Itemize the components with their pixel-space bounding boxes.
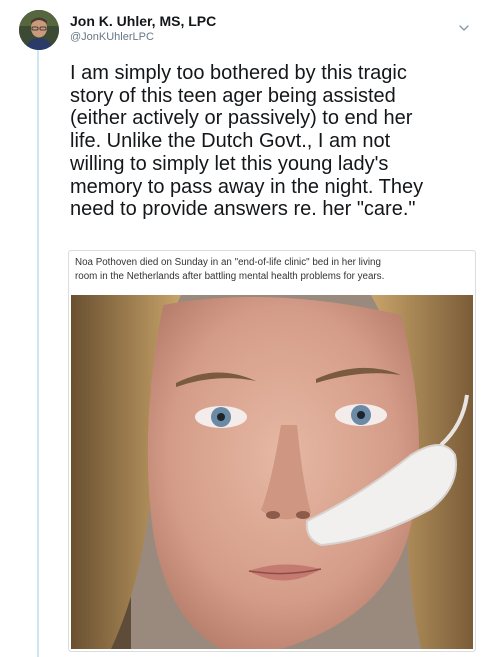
tweet-text-line: memory to pass away in the night. They (70, 175, 424, 198)
author-display-name[interactable]: Jon K. Uhler, MS, LPC (70, 13, 216, 29)
tweet-media-card[interactable]: Noa Pothoven died on Sunday in an "end-o… (68, 250, 476, 652)
media-caption: Noa Pothoven died on Sunday in an "end-o… (75, 256, 471, 283)
tweet-text-line: need to provide answers re. her "care." (70, 198, 416, 221)
tweet-text-line: I am simply too bothered by this tragic (70, 62, 407, 84)
tweet-text-line: (either actively or passively) to end he… (70, 107, 413, 130)
media-caption-line: Noa Pothoven died on Sunday in an "end-o… (75, 257, 381, 268)
tweet-text: I am simply too bothered by this tragic … (70, 62, 480, 221)
avatar[interactable] (19, 10, 59, 50)
thread-connector-line (37, 48, 39, 657)
author-handle[interactable]: @JonKUhlerLPC (70, 31, 154, 43)
media-photo[interactable] (71, 295, 473, 649)
tweet-text-line: story of this teen ager being assisted (70, 84, 396, 107)
media-caption-line: room in the Netherlands after battling m… (75, 270, 385, 282)
tweet-text-line: life. Unlike the Dutch Govt., I am not (70, 130, 391, 153)
chevron-down-icon[interactable] (456, 20, 472, 36)
tweet-text-line: willing to simply let this young lady's (70, 152, 389, 175)
